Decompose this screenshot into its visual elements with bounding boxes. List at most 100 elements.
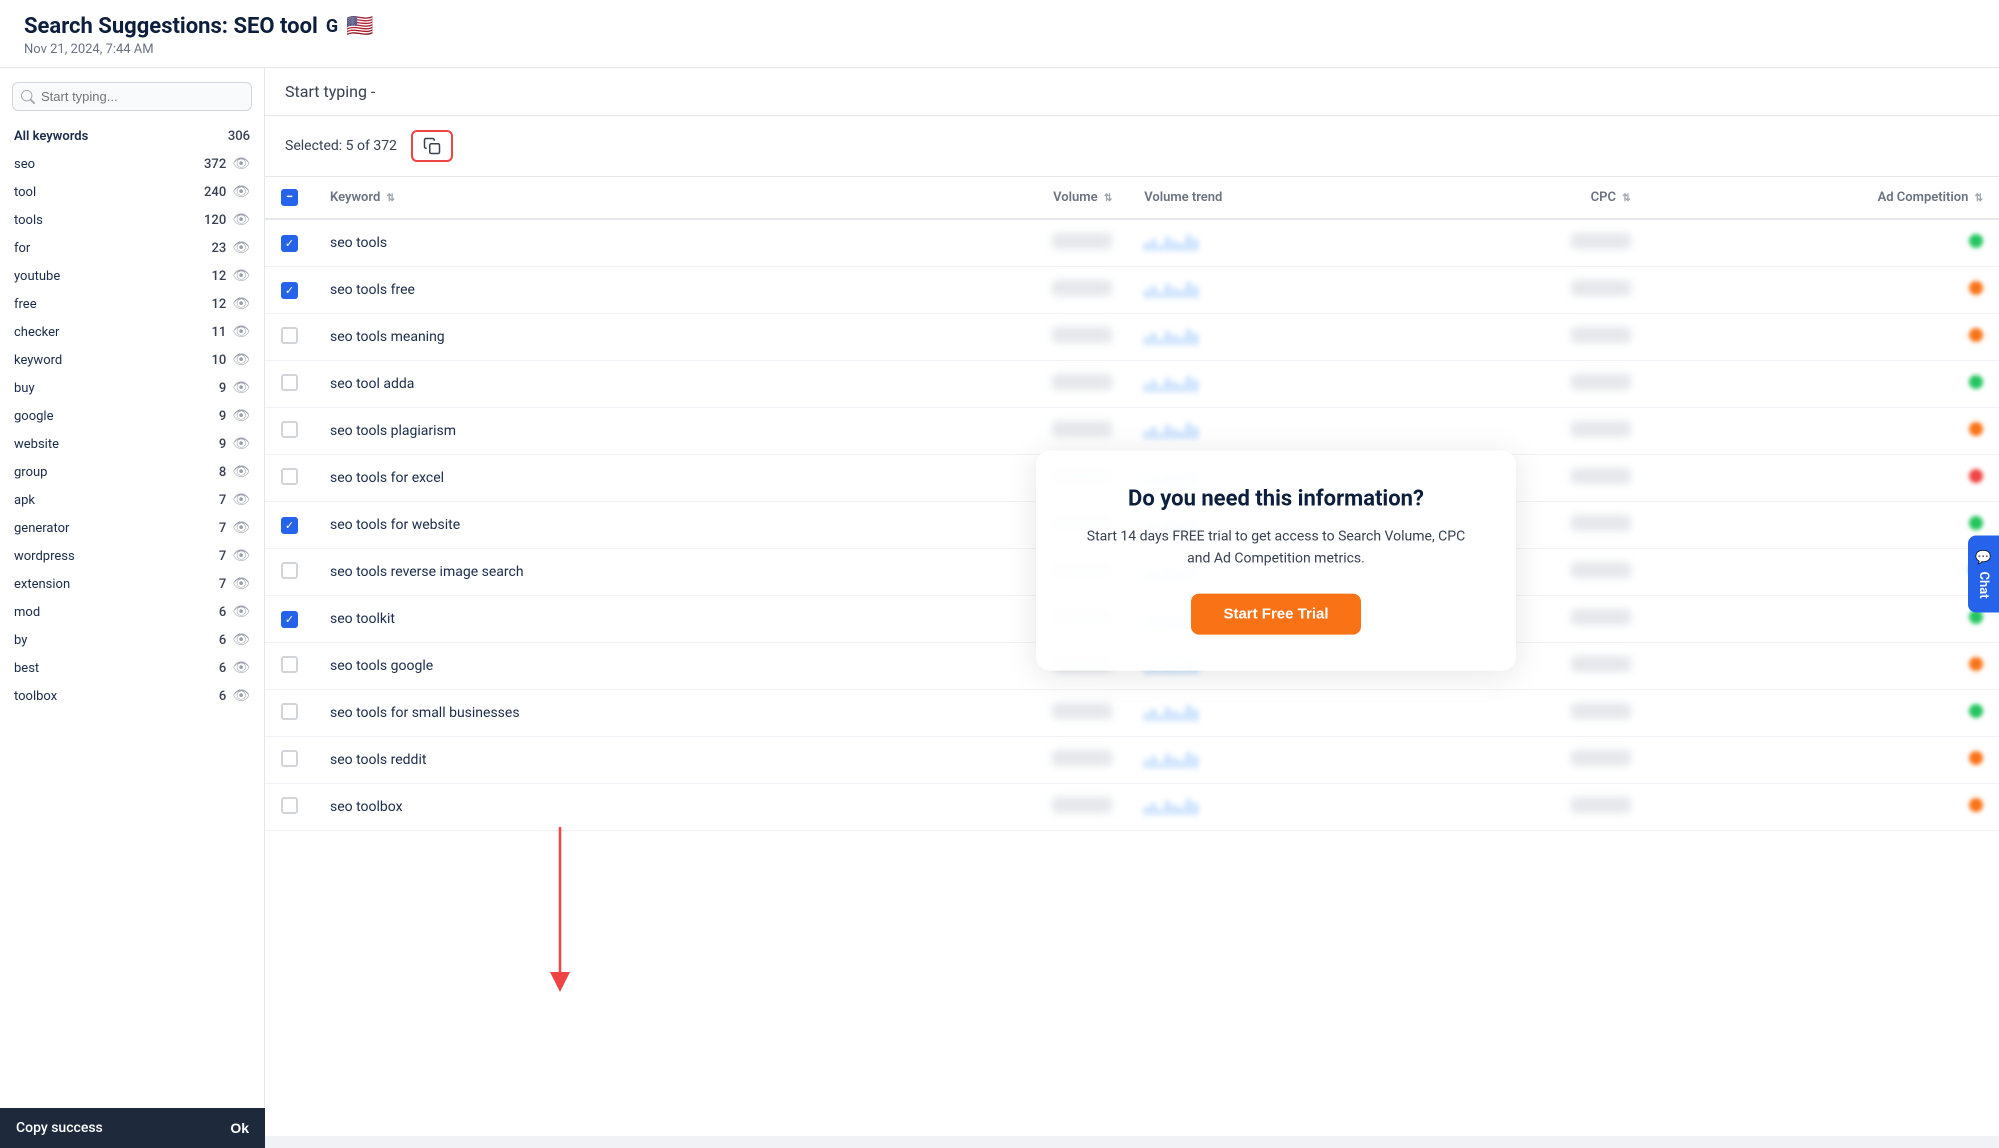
eye-icon[interactable]: 👁	[232, 240, 250, 256]
row-cpc	[1411, 408, 1647, 455]
sidebar-item-count: 7	[219, 549, 226, 564]
chat-icon: 💬	[1976, 550, 1991, 566]
row-ad-competition	[1647, 361, 1999, 408]
sidebar-item-count: 23	[211, 241, 226, 256]
sidebar-item-count: 10	[211, 353, 226, 368]
row-checkbox[interactable]	[281, 282, 298, 299]
eye-icon[interactable]: 👁	[232, 520, 250, 536]
sidebar-item-label: website	[14, 437, 59, 452]
row-cpc	[1411, 784, 1647, 831]
row-checkbox[interactable]	[281, 235, 298, 252]
sidebar-item[interactable]: group 8 👁	[0, 458, 264, 486]
sidebar-item[interactable]: mod 6 👁	[0, 598, 264, 626]
select-all-checkbox[interactable]	[281, 189, 298, 206]
row-checkbox[interactable]	[281, 797, 298, 814]
page-header: Search Suggestions: SEO tool G 🇺🇸 Nov 21…	[0, 0, 1999, 68]
row-checkbox[interactable]	[281, 703, 298, 720]
eye-icon[interactable]: 👁	[232, 184, 250, 200]
row-volume	[892, 784, 1128, 831]
row-checkbox[interactable]	[281, 327, 298, 344]
eye-icon[interactable]: 👁	[232, 604, 250, 620]
volume-sort-icon[interactable]: ⇅	[1104, 193, 1112, 204]
row-cpc	[1411, 361, 1647, 408]
sidebar-item[interactable]: toolbox 6 👁	[0, 682, 264, 710]
eye-icon[interactable]: 👁	[232, 324, 250, 340]
table-row: seo tool adda	[265, 361, 1999, 408]
sidebar-item[interactable]: checker 11 👁	[0, 318, 264, 346]
eye-icon[interactable]: 👁	[232, 352, 250, 368]
row-keyword: seo toolkit	[314, 596, 892, 643]
sidebar-item-count: 7	[219, 493, 226, 508]
sidebar-item-count: 240	[204, 185, 226, 200]
row-checkbox-cell	[265, 455, 314, 502]
eye-icon[interactable]: 👁	[232, 380, 250, 396]
row-checkbox[interactable]	[281, 468, 298, 485]
eye-icon[interactable]: 👁	[232, 688, 250, 704]
row-checkbox[interactable]	[281, 374, 298, 391]
eye-icon[interactable]: 👁	[232, 296, 250, 312]
eye-icon[interactable]: 👁	[232, 632, 250, 648]
sidebar: All keywords 306 seo 372 👁 tool 240 👁 to…	[0, 68, 265, 1136]
sidebar-item[interactable]: free 12 👁	[0, 290, 264, 318]
eye-icon[interactable]: 👁	[232, 660, 250, 676]
sidebar-item[interactable]: website 9 👁	[0, 430, 264, 458]
sidebar-item-label: generator	[14, 521, 69, 536]
eye-icon[interactable]: 👁	[232, 408, 250, 424]
toast-ok-button[interactable]: Ok	[230, 1120, 249, 1136]
sidebar-item[interactable]: apk 7 👁	[0, 486, 264, 514]
row-cpc	[1411, 737, 1647, 784]
search-input[interactable]	[12, 82, 252, 111]
sidebar-item[interactable]: wordpress 7 👁	[0, 542, 264, 570]
row-volume	[892, 408, 1128, 455]
eye-icon[interactable]: 👁	[232, 492, 250, 508]
eye-icon[interactable]: 👁	[232, 576, 250, 592]
sidebar-all-keywords[interactable]: All keywords 306	[0, 123, 264, 150]
sidebar-item-count: 7	[219, 521, 226, 536]
sidebar-item-count: 7	[219, 577, 226, 592]
sidebar-item[interactable]: google 9 👁	[0, 402, 264, 430]
row-volume-trend	[1128, 219, 1411, 267]
keyword-sort-icon[interactable]: ⇅	[387, 193, 395, 204]
sidebar-item[interactable]: keyword 10 👁	[0, 346, 264, 374]
eye-icon[interactable]: 👁	[232, 436, 250, 452]
row-checkbox[interactable]	[281, 562, 298, 579]
sidebar-item[interactable]: extension 7 👁	[0, 570, 264, 598]
ad-sort-icon[interactable]: ⇅	[1975, 193, 1983, 204]
sidebar-item[interactable]: tools 120 👁	[0, 206, 264, 234]
sidebar-item[interactable]: buy 9 👁	[0, 374, 264, 402]
row-volume	[892, 690, 1128, 737]
sidebar-item-label: apk	[14, 493, 35, 508]
sidebar-item-label: for	[14, 241, 30, 256]
sidebar-item[interactable]: youtube 12 👁	[0, 262, 264, 290]
eye-icon[interactable]: 👁	[232, 548, 250, 564]
row-volume-trend	[1128, 267, 1411, 314]
eye-icon[interactable]: 👁	[232, 268, 250, 284]
row-checkbox[interactable]	[281, 517, 298, 534]
row-keyword: seo tool adda	[314, 361, 892, 408]
sidebar-item[interactable]: tool 240 👁	[0, 178, 264, 206]
start-trial-button[interactable]: Start Free Trial	[1191, 594, 1360, 635]
row-checkbox[interactable]	[281, 656, 298, 673]
row-cpc	[1411, 314, 1647, 361]
eye-icon[interactable]: 👁	[232, 464, 250, 480]
hint-text: Start typing -	[285, 82, 375, 101]
main-layout: All keywords 306 seo 372 👁 tool 240 👁 to…	[0, 68, 1999, 1136]
sidebar-item-count: 6	[219, 605, 226, 620]
row-checkbox[interactable]	[281, 750, 298, 767]
eye-icon[interactable]: 👁	[232, 212, 250, 228]
copy-button[interactable]	[411, 130, 453, 162]
page-subtitle: Nov 21, 2024, 7:44 AM	[24, 42, 1975, 57]
sidebar-item[interactable]: best 6 👁	[0, 654, 264, 682]
row-keyword: seo tools meaning	[314, 314, 892, 361]
chat-label: Chat	[1976, 571, 1991, 598]
sidebar-item-label: wordpress	[14, 549, 75, 564]
sidebar-item[interactable]: seo 372 👁	[0, 150, 264, 178]
row-checkbox[interactable]	[281, 611, 298, 628]
row-checkbox[interactable]	[281, 421, 298, 438]
sidebar-item[interactable]: for 23 👁	[0, 234, 264, 262]
eye-icon[interactable]: 👁	[232, 156, 250, 172]
chat-widget[interactable]: 💬 Chat	[1968, 536, 1999, 613]
sidebar-item[interactable]: by 6 👁	[0, 626, 264, 654]
sidebar-item[interactable]: generator 7 👁	[0, 514, 264, 542]
cpc-sort-icon[interactable]: ⇅	[1622, 193, 1630, 204]
